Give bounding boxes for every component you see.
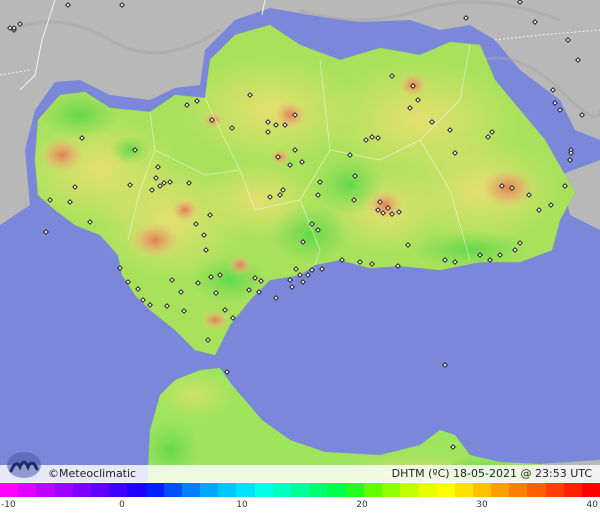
colorbar-segment <box>0 483 19 497</box>
colorbar-segment <box>72 483 91 497</box>
colorbar-segment <box>418 483 437 497</box>
temperature-map <box>0 0 600 482</box>
caption-time: @ 23:53 UTC <box>520 467 593 480</box>
colorbar-segment <box>454 483 473 497</box>
colorbar-segment <box>127 483 146 497</box>
colorbar-segment <box>363 483 382 497</box>
colorbar-segment <box>163 483 182 497</box>
colorbar-segment <box>254 483 273 497</box>
colorbar-segment <box>236 483 255 497</box>
colorbar-segment <box>509 483 528 497</box>
colorbar-segment <box>90 483 110 497</box>
map-stage: ©Meteoclimatic DHTM (ºC) 18-05-2021 @ 23… <box>0 0 600 517</box>
colorbar-segment <box>472 483 492 497</box>
colorbar-segment <box>145 483 164 497</box>
colorbar-tick-label: 40 <box>586 500 598 510</box>
colorbar-tick-label: 10 <box>236 500 248 510</box>
caption-variable: DHTM (ºC) <box>391 467 450 480</box>
colorbar-segment <box>582 483 600 497</box>
colorbar-tick-label: 0 <box>119 500 125 510</box>
colorbar-segment <box>527 483 546 497</box>
brand-name: ©Meteoclimatic <box>48 467 137 480</box>
colorbar-segment <box>327 483 346 497</box>
colorbar-tick-label: 20 <box>356 500 368 510</box>
colorbar-segment <box>400 483 419 497</box>
colorbar-segment <box>545 483 564 497</box>
colorbar-segment <box>218 483 237 497</box>
colorbar-segment <box>272 483 291 497</box>
colorbar-segment <box>109 483 128 497</box>
colorbar-segment <box>491 483 510 497</box>
colorbar-segment <box>436 483 455 497</box>
colorbar-ticks: -10 0 10 20 30 40 <box>0 497 600 517</box>
colorbar-segment <box>36 483 55 497</box>
map-caption: DHTM (ºC) 18-05-2021 @ 23:53 UTC <box>392 466 592 481</box>
colorbar-tick-label: -10 <box>1 500 16 510</box>
colorbar-segment <box>381 483 401 497</box>
meteoclimatic-logo-icon <box>7 452 41 478</box>
colorbar-segment <box>181 483 201 497</box>
caption-date: 18-05-2021 <box>453 467 517 480</box>
colorbar-segment <box>18 483 37 497</box>
colorbar-tick-label: 30 <box>476 500 488 510</box>
temperature-colorbar <box>0 483 600 497</box>
colorbar-segment <box>200 483 219 497</box>
colorbar-segment <box>563 483 582 497</box>
colorbar-segment <box>309 483 328 497</box>
colorbar-segment <box>291 483 310 497</box>
colorbar-segment <box>345 483 364 497</box>
colorbar-segment <box>54 483 73 497</box>
